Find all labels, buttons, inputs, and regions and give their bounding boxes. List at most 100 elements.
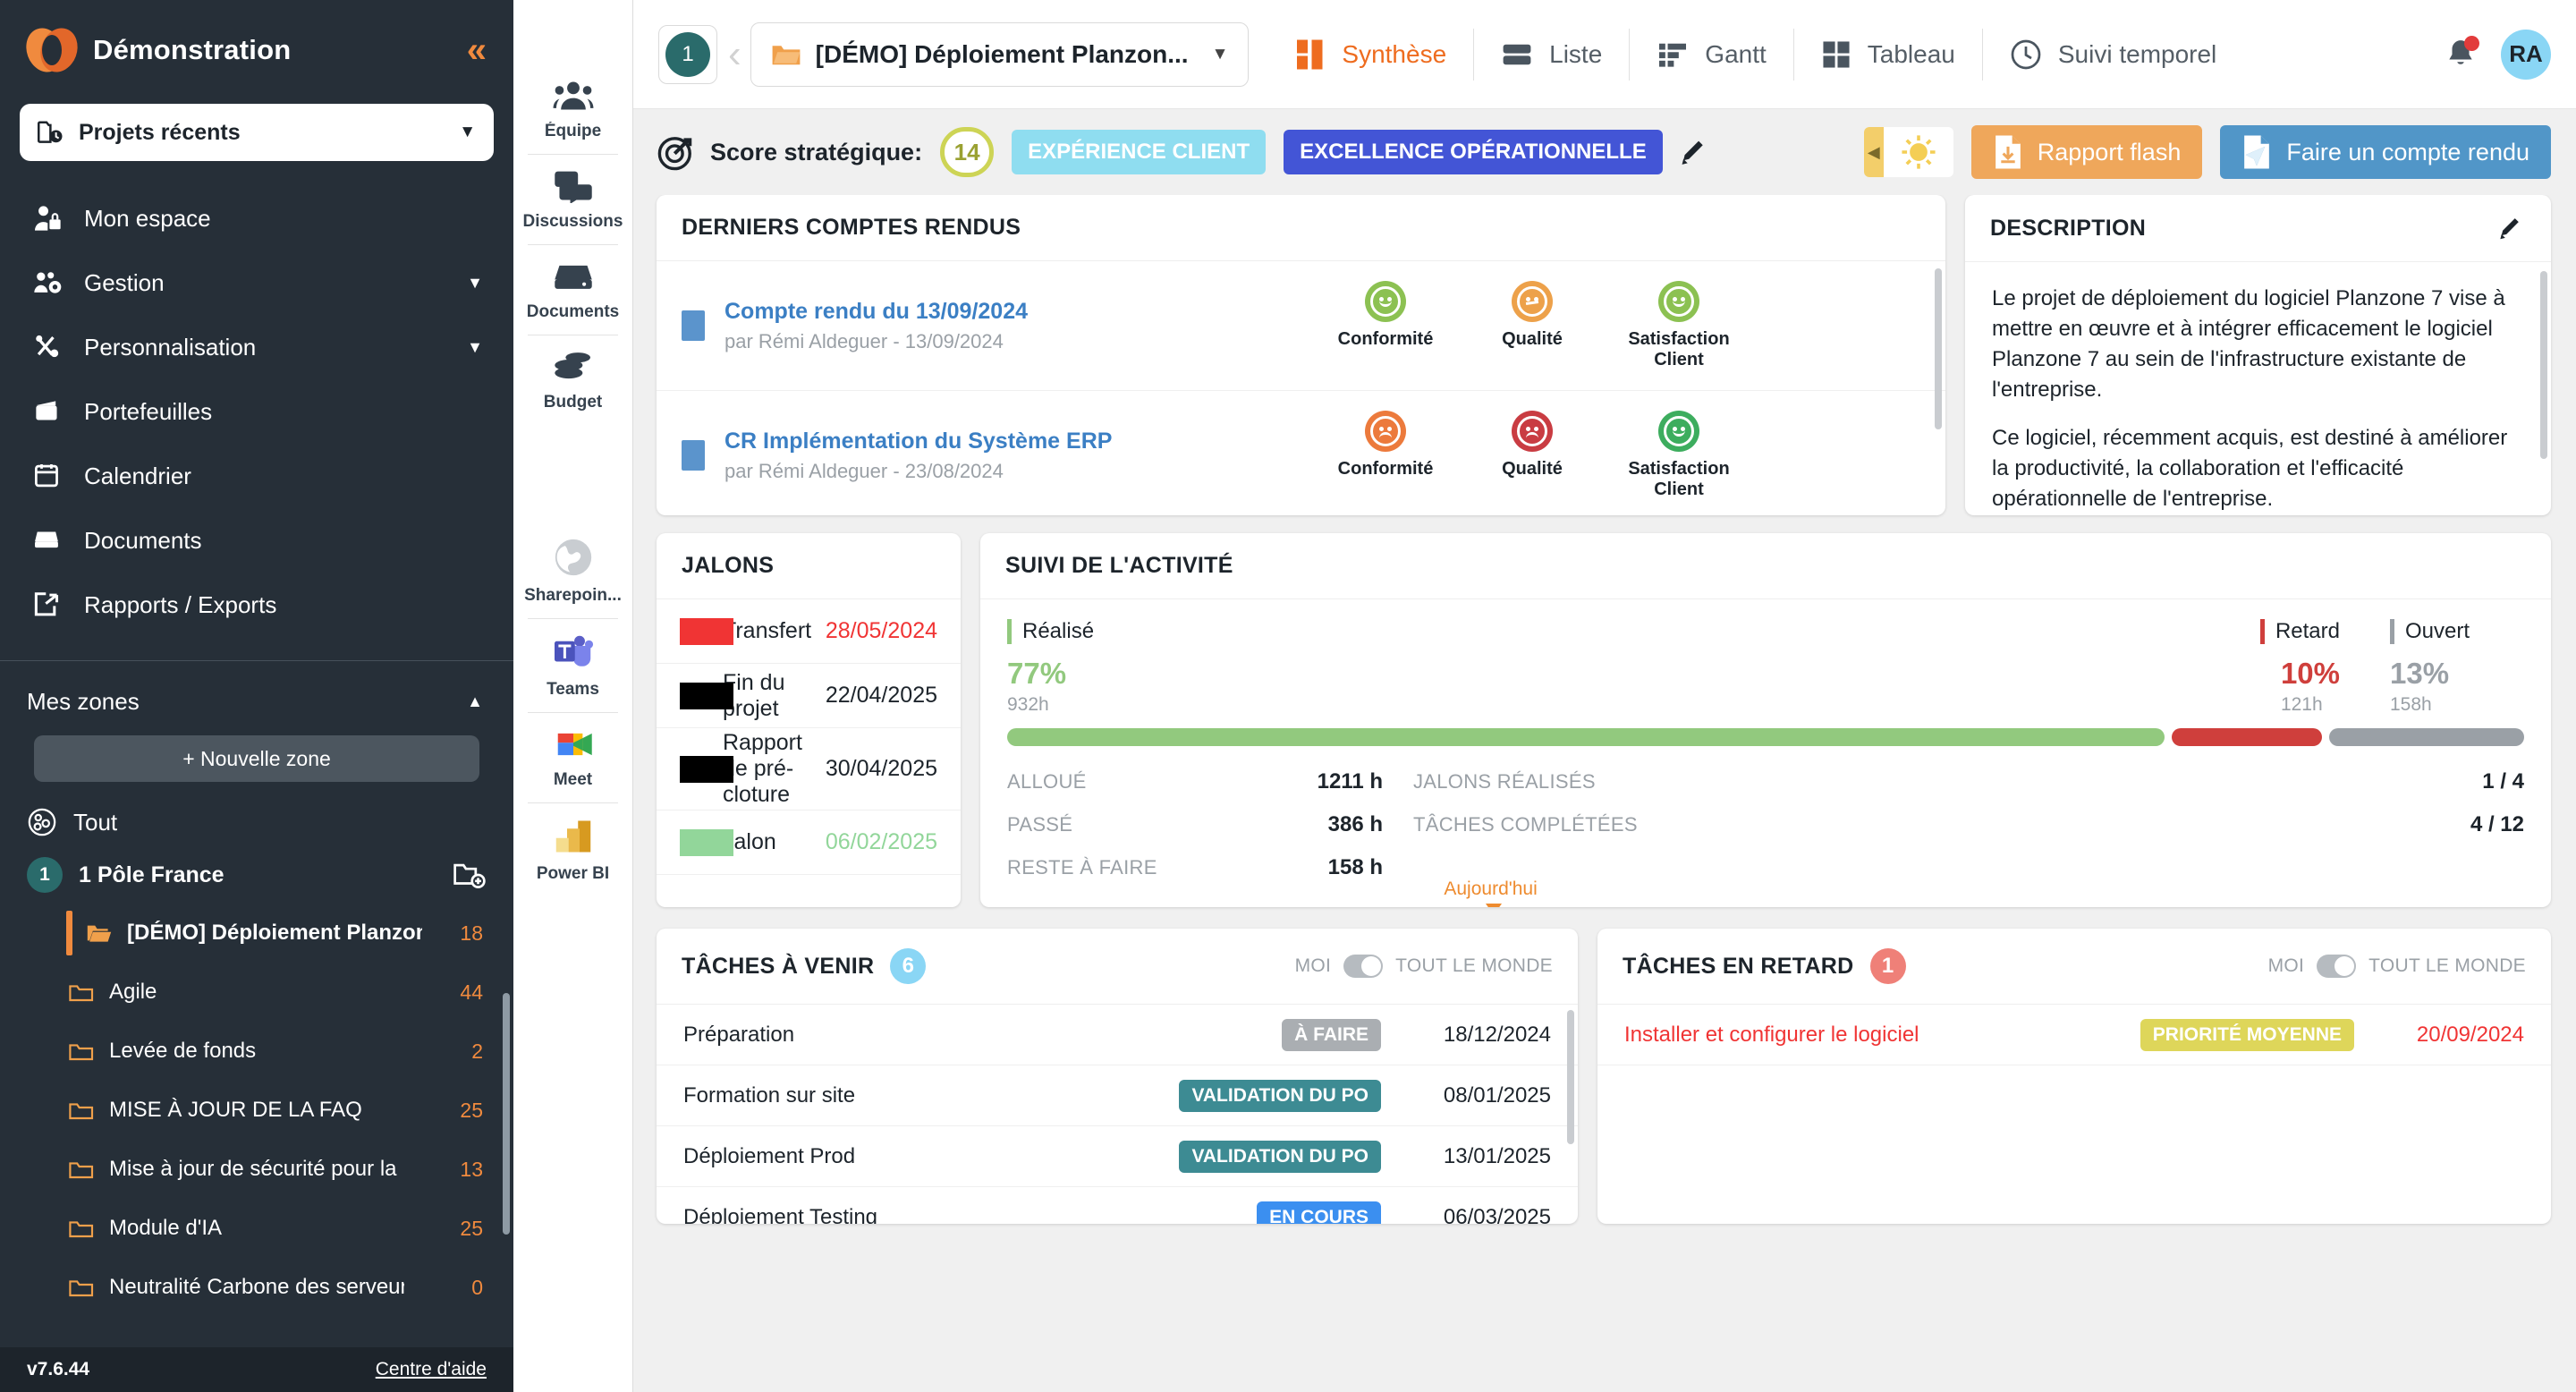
task-row[interactable]: Déploiement Prod VALIDATION DU PO 13/01/… — [657, 1126, 1578, 1187]
avatar[interactable]: RA — [2501, 30, 2551, 80]
rail-item-documents[interactable]: Documents — [513, 245, 632, 335]
chip-excellence-operationnelle[interactable]: EXCELLENCE OPÉRATIONNELLE — [1284, 130, 1663, 174]
report-title[interactable]: CR Implémentation du Système ERP — [724, 429, 1112, 454]
project-item-demo[interactable]: [DÉMO] Déploiement Planzone 7 18 — [0, 904, 513, 963]
report-title[interactable]: Compte rendu du 13/09/2024 — [724, 299, 1028, 325]
sidebar-item-rapports-exports[interactable]: Rapports / Exports — [0, 573, 513, 637]
team-icon — [553, 79, 594, 113]
card-title: DERNIERS COMPTES RENDUS — [682, 215, 1021, 241]
report-row[interactable]: CR Implémentation du Système ERP par Rém… — [657, 391, 1945, 515]
flag-icon — [680, 829, 703, 856]
collapse-sidebar-icon[interactable]: « — [467, 32, 487, 68]
sidebar-item-mon-espace[interactable]: Mon espace — [0, 186, 513, 250]
task-row[interactable]: Préparation À FAIRE 18/12/2024 — [657, 1005, 1578, 1065]
view-tabs: Synthèse Liste Gantt Tableau Suivi tempo… — [1268, 29, 2243, 81]
card-title: JALONS — [682, 553, 774, 579]
sidebar-item-gestion[interactable]: Gestion ▼ — [0, 250, 513, 315]
tab-tableau[interactable]: Tableau — [1793, 29, 1982, 81]
description-paragraph: Le projet de déploiement du logiciel Pla… — [1992, 284, 2524, 405]
project-tree: [DÉMO] Déploiement Planzone 7 18 Agile 4… — [0, 904, 513, 1317]
upcoming-tasks-body: Préparation À FAIRE 18/12/2024 Formation… — [657, 1005, 1578, 1224]
upcoming-scrollbar[interactable] — [1567, 1010, 1574, 1144]
wallet-icon — [29, 398, 68, 425]
legend-swatch — [2390, 619, 2394, 644]
tab-gantt[interactable]: Gantt — [1629, 29, 1792, 81]
reports-scrollbar[interactable] — [1935, 268, 1942, 429]
project-switcher[interactable]: [DÉMO] Déploiement Planzon... ▼ — [750, 22, 1250, 87]
recent-projects-label: Projets récents — [79, 120, 241, 146]
bell-icon[interactable] — [2444, 38, 2478, 72]
rating-satisfaction-client: Satisfaction Client — [1625, 411, 1733, 500]
rail-item-teams[interactable]: Teams — [513, 619, 632, 712]
project-label: Neutralité Carbone des serveurs — [109, 1275, 404, 1300]
task-date: 06/03/2025 — [1381, 1205, 1551, 1225]
rating-label: Qualité — [1502, 329, 1563, 350]
add-folder-icon[interactable] — [453, 862, 487, 888]
recent-projects-select[interactable]: Projets récents ▼ — [20, 104, 494, 161]
sidebar-item-portefeuilles[interactable]: Portefeuilles — [0, 379, 513, 444]
rail-item-power-bi[interactable]: Power BI — [513, 803, 632, 896]
rail-item-budget[interactable]: Budget — [513, 335, 632, 425]
assignee-toggle[interactable]: MOI TOUT LE MONDE — [1295, 955, 1553, 978]
task-row[interactable]: Déploiement Testing EN COURS 06/03/2025 — [657, 1187, 1578, 1224]
tab-suivi-temporel[interactable]: Suivi temporel — [1982, 29, 2243, 81]
rail-item-equipe[interactable]: Équipe — [513, 64, 632, 154]
tab-liste[interactable]: Liste — [1473, 29, 1629, 81]
rating-conformite: Conformité — [1332, 281, 1439, 370]
milestone-row[interactable]: Jalon 06/02/2025 — [657, 811, 961, 875]
description-scrollbar[interactable] — [2540, 271, 2547, 459]
chevron-left-icon[interactable]: ◀ — [1864, 127, 1884, 177]
toggle-switch[interactable] — [2317, 955, 2356, 978]
rapport-flash-label: Rapport flash — [2038, 139, 2182, 166]
pencil-icon[interactable] — [1681, 137, 1711, 167]
assignee-toggle[interactable]: MOI TOUT LE MONDE — [2268, 955, 2526, 978]
task-row[interactable]: Formation sur site VALIDATION DU PO 08/0… — [657, 1065, 1578, 1126]
milestone-date: 30/04/2025 — [826, 756, 937, 782]
sidebar-item-calendrier[interactable]: Calendrier — [0, 444, 513, 508]
milestone-row[interactable]: Transfert 28/05/2024 — [657, 599, 961, 664]
chevron-left-icon[interactable]: ‹ — [728, 35, 741, 74]
project-item-module-ia[interactable]: Module d'IA 25 — [0, 1199, 513, 1258]
project-item-levee-de-fonds[interactable]: Levée de fonds 2 — [0, 1022, 513, 1081]
milestone-row[interactable]: Fin du projet 22/04/2025 — [657, 664, 961, 728]
weather-toggle-button[interactable]: ◀ — [1864, 127, 1953, 177]
project-item-agile[interactable]: Agile 44 — [0, 963, 513, 1022]
pencil-icon[interactable] — [2499, 215, 2526, 242]
zone-pole-france[interactable]: 1 1 Pôle France — [0, 846, 513, 904]
sidebar-item-documents[interactable]: Documents — [0, 508, 513, 573]
sidebar-scrollbar[interactable] — [503, 993, 510, 1235]
dashboard-row-3: TÂCHES À VENIR 6 MOI TOUT LE MONDE Prépa… — [657, 929, 2551, 1224]
rail-item-sharepoint[interactable]: Sharepoin... — [513, 523, 632, 618]
upcoming-tasks-card: TÂCHES À VENIR 6 MOI TOUT LE MONDE Prépa… — [657, 929, 1578, 1224]
late-tasks-body: Installer et configurer le logiciel PRIO… — [1597, 1005, 2551, 1224]
report-row[interactable]: Compte rendu du 13/09/2024 par Rémi Alde… — [657, 261, 1945, 391]
chip-experience-client[interactable]: EXPÉRIENCE CLIENT — [1012, 130, 1266, 174]
toggle-switch[interactable] — [1343, 955, 1383, 978]
help-center-link[interactable]: Centre d'aide — [376, 1359, 487, 1380]
project-item-faq[interactable]: MISE À JOUR DE LA FAQ 25 — [0, 1081, 513, 1140]
activity-progress-bar — [980, 716, 2551, 746]
progress-segment-retard — [2172, 728, 2322, 746]
milestone-row[interactable]: Rapport de pré-cloture 30/04/2025 — [657, 728, 961, 811]
gantt-icon — [1657, 41, 1689, 68]
zone-item-all[interactable]: Tout — [0, 798, 513, 846]
sidebar-item-personnalisation[interactable]: Personnalisation ▼ — [0, 315, 513, 379]
rapport-flash-button[interactable]: Rapport flash — [1971, 125, 2203, 179]
rail-item-meet[interactable]: Meet — [513, 713, 632, 802]
rating-label: Satisfaction Client — [1625, 329, 1733, 370]
toggle-right-label: TOUT LE MONDE — [2368, 955, 2526, 977]
project-counter-box[interactable]: 1 — [658, 25, 717, 84]
rating-label: Satisfaction Client — [1625, 459, 1733, 500]
legend-realise: Réalisé — [1007, 619, 1094, 644]
project-item-securite[interactable]: Mise à jour de sécurité pour la 13 — [0, 1140, 513, 1199]
task-row[interactable]: Installer et configurer le logiciel PRIO… — [1597, 1005, 2551, 1065]
folder-icon — [771, 42, 801, 67]
my-zones-header[interactable]: Mes zones ▲ — [0, 661, 513, 725]
project-item-neutralite-carbone[interactable]: Neutralité Carbone des serveurs 0 — [0, 1258, 513, 1317]
rail-item-discussions[interactable]: Discussions — [513, 155, 632, 244]
faire-compte-rendu-button[interactable]: Faire un compte rendu — [2220, 125, 2551, 179]
tab-synthese[interactable]: Synthèse — [1268, 29, 1473, 81]
stat-label: RESTE À FAIRE — [1007, 856, 1157, 879]
card-title: SUIVI DE L'ACTIVITÉ — [1005, 553, 1233, 579]
new-zone-button[interactable]: + Nouvelle zone — [34, 735, 479, 782]
